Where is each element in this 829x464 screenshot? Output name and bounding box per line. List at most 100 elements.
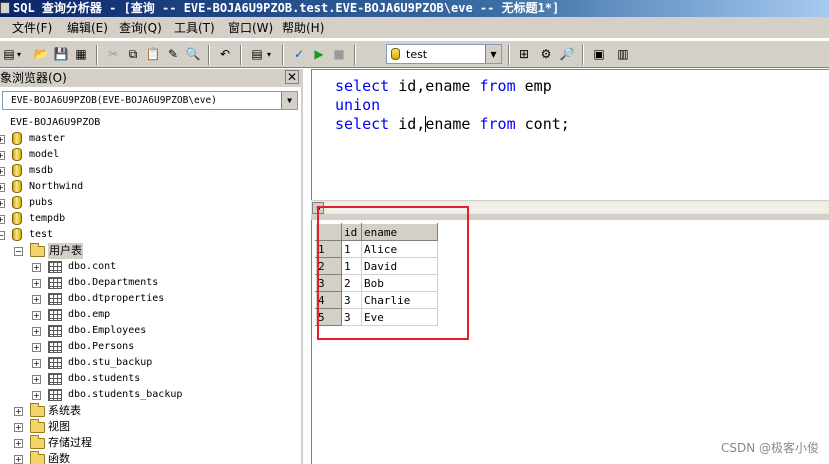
tree-db-master[interactable]: + master: [0, 131, 300, 147]
toolbar-separator: [240, 45, 242, 65]
table-icon: [48, 357, 62, 369]
open-folder-icon[interactable]: 📂: [32, 45, 50, 63]
expand-icon[interactable]: +: [14, 455, 23, 464]
tree-folder-views[interactable]: + 视图: [0, 419, 300, 435]
expand-icon[interactable]: +: [0, 135, 5, 144]
properties-icon[interactable]: ▣: [590, 45, 608, 63]
query-editor[interactable]: select id,ename from emp union select id…: [311, 69, 829, 200]
expand-icon[interactable]: +: [32, 311, 41, 320]
expand-icon[interactable]: +: [0, 151, 5, 160]
menu-help[interactable]: 帮助(H): [280, 20, 326, 36]
tree-db-northwind[interactable]: + Northwind: [0, 179, 300, 195]
expand-icon[interactable]: +: [0, 215, 5, 224]
close-icon[interactable]: ✕: [285, 70, 299, 84]
menu-bar: 文件(F) 编辑(E) 查询(Q) 工具(T) 窗口(W) 帮助(H): [0, 17, 829, 39]
keyword: from: [479, 115, 516, 133]
code-text: emp: [515, 77, 552, 95]
database-select-value: test: [406, 47, 428, 61]
results-pane: id ename 1 1 Alice 2 1 David 3 2 Bob 4 3…: [311, 206, 829, 464]
expand-icon[interactable]: +: [0, 167, 5, 176]
cut-icon[interactable]: ✂: [104, 45, 122, 63]
expand-icon[interactable]: +: [32, 295, 41, 304]
code-text: cont;: [515, 115, 570, 133]
toolbar-separator: [354, 45, 356, 65]
expand-icon[interactable]: +: [32, 391, 41, 400]
tree-table[interactable]: + dbo.Persons: [0, 339, 300, 355]
code-text: ename: [425, 115, 480, 133]
copy-icon[interactable]: ⧉: [124, 45, 142, 63]
tree-label: dbo.students: [68, 373, 141, 384]
clear-window-icon[interactable]: ✎: [164, 45, 182, 63]
table-icon: [48, 373, 62, 385]
collapse-icon[interactable]: −: [0, 231, 5, 240]
expand-icon[interactable]: +: [14, 407, 23, 416]
parse-query-icon[interactable]: ✓: [290, 45, 308, 63]
menu-window[interactable]: 窗口(W): [226, 20, 275, 36]
expand-icon[interactable]: +: [32, 359, 41, 368]
table-icon: [48, 341, 62, 353]
expand-icon[interactable]: +: [32, 327, 41, 336]
tree-server-node[interactable]: EVE-BOJA6U9PZOB: [10, 115, 100, 131]
collapse-icon[interactable]: −: [14, 247, 23, 256]
expand-icon[interactable]: +: [32, 343, 41, 352]
display-plan-icon[interactable]: ⊞: [515, 45, 533, 63]
tree-table[interactable]: + dbo.Employees: [0, 323, 300, 339]
folder-icon: [30, 403, 45, 417]
tree-db-model[interactable]: + model: [0, 147, 300, 163]
tree-table[interactable]: + dbo.students: [0, 371, 300, 387]
tree-table[interactable]: + dbo.emp: [0, 307, 300, 323]
menu-query[interactable]: 查询(Q): [117, 20, 164, 36]
tree-folder-stored-procedures[interactable]: + 存储过程: [0, 435, 300, 451]
expand-icon[interactable]: +: [0, 199, 5, 208]
execute-icon[interactable]: ▶: [310, 45, 328, 63]
table-icon: [48, 389, 62, 401]
tree-table[interactable]: + dbo.cont: [0, 259, 300, 275]
tree-db-tempdb[interactable]: + tempdb: [0, 211, 300, 227]
paste-icon[interactable]: 📋: [144, 45, 162, 63]
tree-db-test[interactable]: − test: [0, 227, 300, 243]
object-search-icon[interactable]: 🔎: [558, 45, 576, 63]
tree-folder-functions[interactable]: + 函数: [0, 451, 300, 464]
cancel-execute-icon[interactable]: ■: [330, 45, 348, 63]
tree-table[interactable]: + dbo.stu_backup: [0, 355, 300, 371]
tree-folder-user-tables[interactable]: − 用户表: [0, 243, 300, 259]
tree-label: tempdb: [29, 213, 66, 224]
sql-code[interactable]: select id,ename from emp union select id…: [335, 77, 570, 134]
tree-table[interactable]: + dbo.dtproperties: [0, 291, 300, 307]
menu-tools[interactable]: 工具(T): [172, 20, 217, 36]
table-icon: [48, 293, 62, 305]
save-icon[interactable]: 💾: [52, 45, 70, 63]
expand-icon[interactable]: +: [32, 279, 41, 288]
code-text: id,: [389, 115, 426, 133]
tree-folder-system-tables[interactable]: + 系统表: [0, 403, 300, 419]
tree-table[interactable]: + dbo.Departments: [0, 275, 300, 291]
database-select[interactable]: test ▼: [386, 44, 502, 64]
new-dropdown-icon[interactable]: ▾: [14, 45, 24, 63]
tree-table[interactable]: + dbo.students_backup: [0, 387, 300, 403]
database-icon: [12, 148, 22, 161]
toolbar: ▤ ▾ 📂 💾 ▦ ✂ ⧉ 📋 ✎ 🔍 ↶ ▤ ▾ ✓ ▶ ■ test ▼ ⊞…: [0, 40, 829, 68]
expand-icon[interactable]: +: [32, 375, 41, 384]
expand-icon[interactable]: +: [0, 183, 5, 192]
server-select[interactable]: EVE-BOJA6U9PZOB(EVE-BOJA6U9PZOB\eve) ▼: [2, 91, 298, 110]
tree-label: dbo.dtproperties: [68, 293, 165, 304]
menu-edit[interactable]: 编辑(E): [65, 20, 110, 36]
expand-icon[interactable]: +: [14, 439, 23, 448]
expand-icon[interactable]: +: [32, 263, 41, 272]
tree-label: 用户表: [48, 243, 83, 259]
table-icon: [48, 261, 62, 273]
find-icon[interactable]: 🔍: [184, 45, 202, 63]
chevron-down-icon[interactable]: ▼: [281, 92, 297, 109]
tree-db-pubs[interactable]: + pubs: [0, 195, 300, 211]
expand-icon[interactable]: +: [14, 423, 23, 432]
tree-label: Northwind: [29, 181, 84, 192]
undo-icon[interactable]: ↶: [216, 45, 234, 63]
results-dropdown-icon[interactable]: ▾: [264, 45, 274, 63]
load-script-icon[interactable]: ▦: [72, 45, 90, 63]
menu-file[interactable]: 文件(F): [10, 20, 54, 36]
chevron-down-icon[interactable]: ▼: [485, 45, 501, 63]
show-results-icon[interactable]: ▥: [614, 45, 632, 63]
database-icon: [12, 180, 22, 193]
object-browser-icon[interactable]: ⚙: [537, 45, 555, 63]
tree-db-msdb[interactable]: + msdb: [0, 163, 300, 179]
